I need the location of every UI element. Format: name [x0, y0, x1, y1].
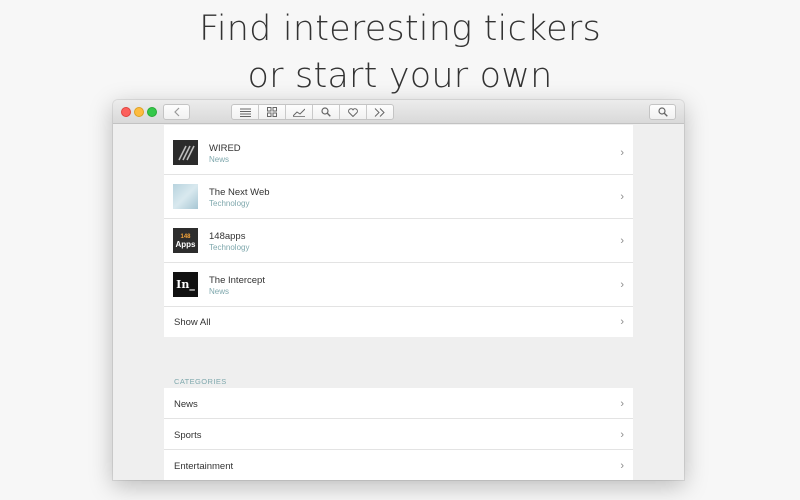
forward-icon — [374, 107, 385, 117]
show-all-label: Show All — [174, 317, 211, 328]
logo-text: In_ — [176, 278, 195, 291]
headline-line-1: Find interesting tickers — [199, 9, 601, 49]
feed-list: WIRED News › The Next Web Technology › 1… — [164, 125, 633, 337]
toolbar-search-button[interactable] — [649, 104, 676, 120]
zoom-window-button[interactable] — [147, 107, 157, 117]
search-tab-button[interactable] — [313, 105, 340, 119]
148apps-logo-icon: 148 Apps — [173, 228, 198, 253]
feed-category: Technology — [209, 243, 250, 252]
logo-text: Apps — [175, 239, 196, 249]
categories-header: CATEGORIES — [174, 377, 227, 386]
chevron-right-icon: › — [620, 460, 624, 472]
tnw-logo-icon — [173, 184, 198, 209]
feed-category: News — [209, 287, 230, 296]
chevron-right-icon: › — [620, 235, 624, 247]
feed-title: 148apps — [209, 231, 246, 242]
headline-line-2: or start your own — [247, 56, 553, 96]
content-area: WIRED News › The Next Web Technology › 1… — [113, 125, 684, 480]
search-icon — [321, 107, 331, 117]
list-view-button[interactable] — [232, 105, 259, 119]
grid-view-button[interactable] — [259, 105, 286, 119]
feed-category: Technology — [209, 199, 250, 208]
feed-row-wired[interactable]: WIRED News › — [164, 131, 633, 175]
wired-logo-icon — [173, 140, 198, 165]
category-label: Entertainment — [174, 461, 234, 472]
close-window-button[interactable] — [121, 107, 131, 117]
chevron-right-icon: › — [620, 429, 624, 441]
category-row-entertainment[interactable]: Entertainment › — [164, 450, 633, 480]
feed-category: News — [209, 155, 230, 164]
list-icon — [239, 108, 251, 117]
feed-row-148apps[interactable]: 148 Apps 148apps Technology › — [164, 219, 633, 263]
back-button[interactable] — [163, 104, 190, 120]
feed-row-the-intercept[interactable]: In_ The Intercept News › — [164, 263, 633, 307]
category-label: News — [174, 399, 198, 410]
intercept-logo-icon: In_ — [173, 272, 198, 297]
app-window: WIRED News › The Next Web Technology › 1… — [113, 100, 684, 480]
category-label: Sports — [174, 430, 202, 441]
chevron-right-icon: › — [620, 191, 624, 203]
favorites-button[interactable] — [340, 105, 367, 119]
title-bar — [113, 100, 684, 124]
category-row-sports[interactable]: Sports › — [164, 419, 633, 450]
category-list: News › Sports › Entertainment › — [164, 388, 633, 480]
category-row-news[interactable]: News › — [164, 388, 633, 419]
trending-button[interactable] — [286, 105, 313, 119]
chevron-right-icon: › — [620, 147, 624, 159]
view-segmented-control — [231, 104, 394, 120]
chart-icon — [293, 108, 305, 117]
feed-title: WIRED — [209, 143, 241, 154]
chevron-right-icon: › — [620, 279, 624, 291]
feed-title: The Intercept — [209, 275, 265, 286]
more-button[interactable] — [367, 105, 393, 119]
chevron-right-icon: › — [620, 398, 624, 410]
feed-row-the-next-web[interactable]: The Next Web Technology › — [164, 175, 633, 219]
grid-icon — [267, 107, 277, 117]
minimize-window-button[interactable] — [134, 107, 144, 117]
chevron-right-icon: › — [620, 316, 624, 328]
show-all-row[interactable]: Show All › — [164, 307, 633, 337]
chevron-left-icon — [173, 107, 179, 117]
heart-icon — [348, 107, 358, 117]
feed-title: The Next Web — [209, 187, 270, 198]
headline: Find interesting tickers or start your o… — [0, 6, 800, 100]
search-icon — [657, 107, 668, 117]
